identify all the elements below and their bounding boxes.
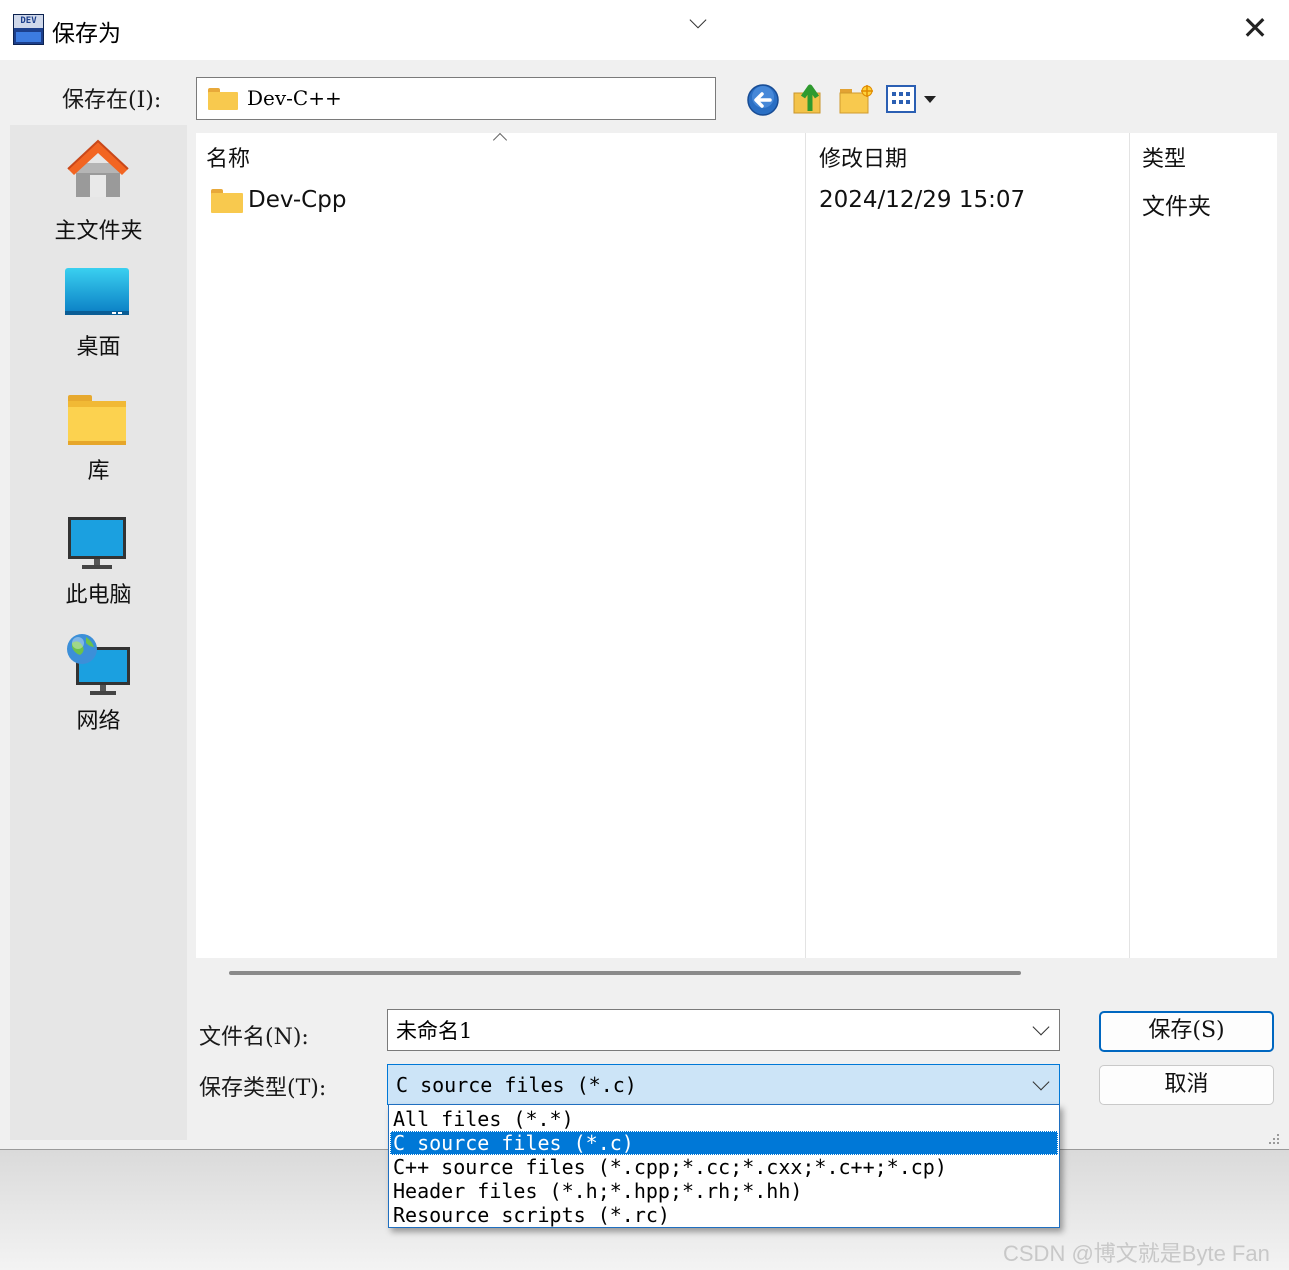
column-separator[interactable]: [805, 133, 806, 958]
file-type: 文件夹: [1142, 194, 1211, 220]
filetype-option[interactable]: C++ source files (*.cpp;*.cc;*.cxx;*.c++…: [390, 1155, 1058, 1179]
filename-value: 未命名1: [396, 1019, 473, 1043]
folder-icon: [208, 88, 238, 110]
title-bar: DEV 保存为 ✕: [0, 0, 1289, 60]
place-label: 桌面: [76, 335, 121, 360]
chevron-down-icon: [1032, 1073, 1050, 1091]
filetype-option[interactable]: Resource scripts (*.rc): [390, 1203, 1058, 1227]
home-icon: [67, 139, 129, 197]
save-in-label: 保存在(I):: [62, 88, 162, 113]
file-modified: 2024/12/29 15:07: [819, 187, 1026, 213]
computer-icon: [68, 517, 126, 569]
file-list[interactable]: 名称 修改日期 类型 Dev-Cpp 2024/12/29 15:07 文件夹: [196, 132, 1277, 958]
column-header-type[interactable]: 类型: [1142, 141, 1186, 173]
file-row[interactable]: Dev-Cpp 2024/12/29 15:07 文件夹: [196, 179, 1277, 223]
column-header-name[interactable]: 名称: [206, 141, 250, 173]
library-icon: [68, 395, 126, 445]
places-bar: 主文件夹 桌面 库 此电脑 网络: [10, 125, 187, 1140]
column-separator[interactable]: [1129, 133, 1130, 958]
column-header-modified[interactable]: 修改日期: [819, 141, 907, 173]
filetype-dropdown[interactable]: C source files (*.c): [387, 1064, 1060, 1105]
app-icon-text: DEV: [14, 15, 43, 28]
view-menu-icon[interactable]: [886, 85, 940, 119]
filetype-option-selected[interactable]: C source files (*.c): [390, 1131, 1058, 1155]
chevron-down-icon[interactable]: [1032, 1018, 1050, 1036]
filetype-label: 保存类型(T):: [199, 1076, 327, 1101]
place-label: 主文件夹: [54, 219, 143, 244]
filetype-option[interactable]: All files (*.*): [390, 1107, 1058, 1131]
desktop-icon: [65, 268, 129, 315]
up-folder-icon[interactable]: [792, 81, 826, 115]
new-folder-icon[interactable]: [838, 83, 873, 117]
place-network[interactable]: 网络: [10, 633, 187, 743]
place-label: 此电脑: [65, 583, 132, 608]
sort-ascending-icon: [492, 132, 508, 148]
place-library[interactable]: 库: [10, 389, 187, 499]
back-arrow-icon[interactable]: [746, 83, 780, 117]
network-icon: [67, 634, 130, 695]
cancel-button[interactable]: 取消: [1099, 1065, 1274, 1105]
close-icon[interactable]: ✕: [1232, 8, 1278, 50]
watermark: CSDN @博文就是Byte Fan: [1003, 1241, 1270, 1266]
horizontal-scrollbar[interactable]: [229, 971, 1021, 975]
save-in-value: Dev-C++: [247, 86, 342, 110]
app-icon: DEV: [13, 14, 44, 45]
place-label: 库: [87, 459, 110, 484]
place-desktop[interactable]: 桌面: [10, 263, 187, 373]
save-as-dialog: DEV 保存为 ✕ 保存在(I): Dev-C++ 主文件夹 桌面 库 此电脑 …: [0, 0, 1289, 1150]
place-computer[interactable]: 此电脑: [10, 513, 187, 623]
save-button[interactable]: 保存(S): [1099, 1011, 1274, 1052]
filetype-value: C source files (*.c): [396, 1073, 637, 1097]
place-home[interactable]: 主文件夹: [10, 135, 187, 245]
place-label: 网络: [76, 709, 121, 734]
resize-grip-icon[interactable]: [1265, 1130, 1281, 1146]
save-in-dropdown[interactable]: Dev-C++: [196, 11, 716, 120]
filetype-option[interactable]: Header files (*.h;*.hpp;*.rh;*.hh): [390, 1179, 1058, 1203]
filename-label: 文件名(N):: [199, 1025, 309, 1050]
filename-input[interactable]: 未命名1: [387, 1009, 1060, 1051]
folder-icon: [211, 189, 243, 213]
window-title: 保存为: [52, 21, 121, 47]
filetype-options-list[interactable]: All files (*.*) C source files (*.c) C++…: [388, 1104, 1060, 1228]
file-name: Dev-Cpp: [248, 187, 347, 213]
